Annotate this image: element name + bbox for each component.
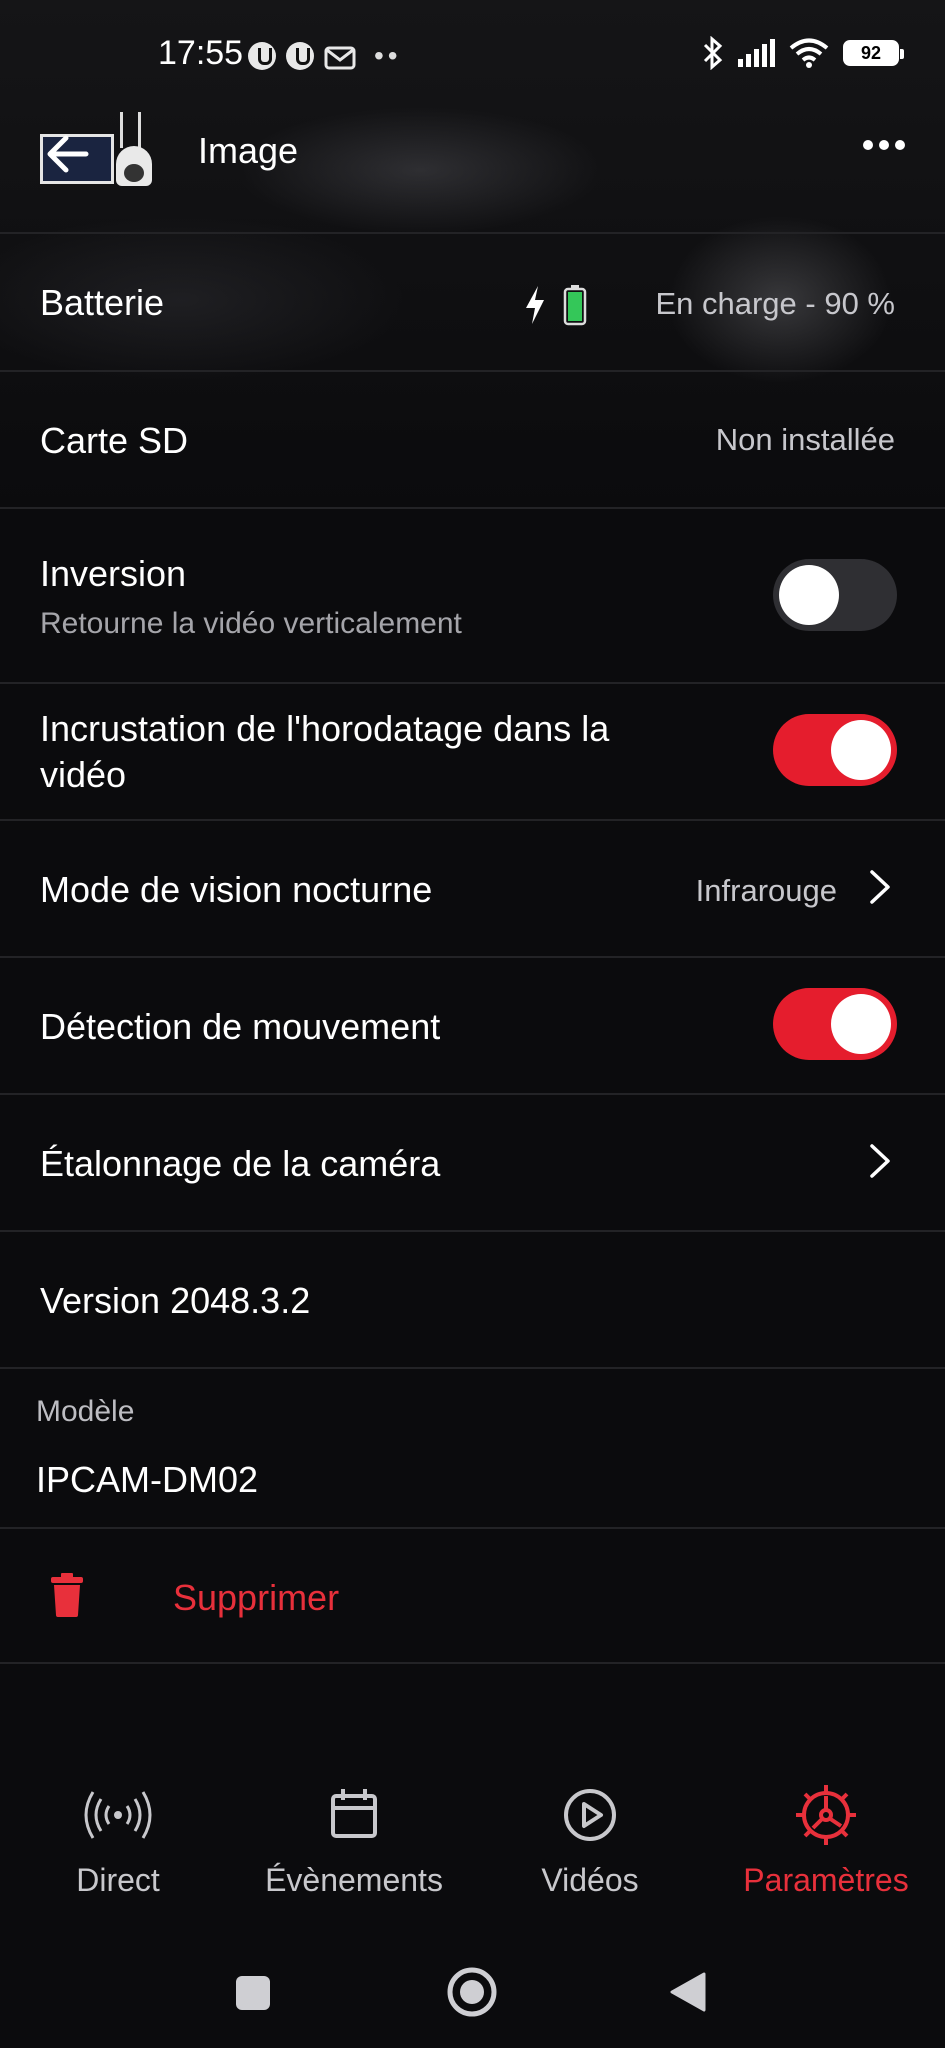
settings-list: Batterie En charge - 90 % Carte SD Non i… — [0, 232, 945, 1664]
model-label: Modèle — [36, 1395, 135, 1428]
inversion-row[interactable]: Inversion Retourne la vidéo verticalemen… — [0, 507, 945, 682]
motion-detection-row[interactable]: Détection de mouvement — [0, 956, 945, 1093]
broadcast-icon — [84, 1791, 152, 1839]
system-status-icons: 92 — [702, 36, 904, 70]
timestamp-overlay-row[interactable]: Incrustation de l'horodatage dans la vid… — [0, 682, 945, 819]
inversion-label: Inversion — [40, 553, 187, 594]
wifi-icon — [789, 38, 829, 68]
timestamp-overlay-label-line2: vidéo — [40, 754, 127, 795]
timestamp-overlay-label-line1: Incrustation de l'horodatage dans la — [40, 708, 610, 749]
nav-label-events: Évènements — [265, 1862, 443, 1898]
more-options-button[interactable] — [863, 140, 905, 150]
camera-device-icon — [116, 146, 152, 186]
trash-icon — [51, 1573, 83, 1617]
battery-level-icon — [563, 285, 587, 326]
chevron-right-icon — [870, 1144, 890, 1178]
timestamp-overlay-toggle[interactable] — [773, 714, 897, 786]
version-row: Version 2048.3.2 — [0, 1230, 945, 1367]
page-title: Image — [198, 130, 299, 171]
signal-icon — [738, 39, 775, 67]
sd-card-row: Carte SD Non installée — [0, 370, 945, 507]
charging-bolt-icon — [526, 286, 544, 324]
back-button-icon[interactable] — [668, 1970, 708, 2014]
nav-label-direct: Direct — [76, 1862, 160, 1898]
bluetooth-icon — [703, 36, 723, 70]
battery-value: En charge - 90 % — [655, 286, 895, 321]
inversion-toggle[interactable] — [773, 559, 897, 631]
night-vision-value: Infrarouge — [695, 873, 837, 908]
motion-detection-label: Détection de mouvement — [40, 1006, 441, 1047]
night-vision-label: Mode de vision nocturne — [40, 869, 433, 910]
settings-gear-icon — [796, 1785, 856, 1845]
system-navigation-bar — [0, 1950, 945, 2030]
power-notification-icon — [248, 42, 276, 70]
camera-calibration-row[interactable]: Étalonnage de la caméra — [0, 1093, 945, 1230]
delete-button[interactable]: Supprimer — [173, 1577, 339, 1619]
power-notification-icon — [286, 42, 314, 70]
nav-item-videos[interactable]: Vidéos — [472, 1780, 708, 1899]
battery-level: 92 — [860, 42, 882, 63]
battery-label: Batterie — [40, 282, 165, 323]
more-notifications-icon: •• — [374, 40, 402, 71]
back-arrow-icon[interactable] — [46, 134, 90, 174]
delete-row[interactable]: Supprimer — [0, 1527, 945, 1664]
night-vision-row[interactable]: Mode de vision nocturne Infrarouge — [0, 819, 945, 956]
nav-item-events[interactable]: Évènements — [236, 1780, 472, 1899]
play-circle-icon — [564, 1789, 616, 1841]
status-time: 17:55 — [158, 34, 244, 72]
recents-button-icon[interactable] — [234, 1974, 272, 2012]
notification-icons: •• — [248, 38, 402, 74]
motion-detection-toggle[interactable] — [773, 988, 897, 1060]
home-button-icon[interactable] — [446, 1966, 498, 2018]
toggle-knob — [831, 720, 891, 780]
inversion-description: Retourne la vidéo verticalement — [40, 607, 462, 640]
toggle-knob — [831, 994, 891, 1054]
calendar-icon — [331, 1789, 377, 1838]
sd-card-label: Carte SD — [40, 420, 189, 461]
bottom-navigation: Direct Évènements Vidéos Paramètres — [0, 1780, 945, 1910]
toggle-knob — [779, 565, 839, 625]
mail-notification-icon — [324, 46, 356, 70]
nav-label-videos: Vidéos — [541, 1862, 639, 1898]
nav-item-direct[interactable]: Direct — [0, 1780, 236, 1899]
model-row: Modèle IPCAM-DM02 — [0, 1367, 945, 1527]
battery-row: Batterie En charge - 90 % — [0, 232, 945, 370]
camera-antenna — [120, 112, 123, 148]
sd-card-value: Non installée — [715, 422, 895, 457]
camera-antenna — [138, 112, 141, 148]
battery-icon: 92 — [843, 40, 904, 66]
model-value: IPCAM-DM02 — [36, 1459, 259, 1500]
camera-calibration-label: Étalonnage de la caméra — [40, 1143, 441, 1184]
status-bar: 17:55 •• 92 — [0, 0, 945, 110]
version-label: Version 2048.3.2 — [40, 1280, 311, 1321]
nav-label-settings: Paramètres — [743, 1862, 909, 1898]
chevron-right-icon — [870, 870, 890, 904]
nav-item-settings[interactable]: Paramètres — [708, 1780, 944, 1899]
